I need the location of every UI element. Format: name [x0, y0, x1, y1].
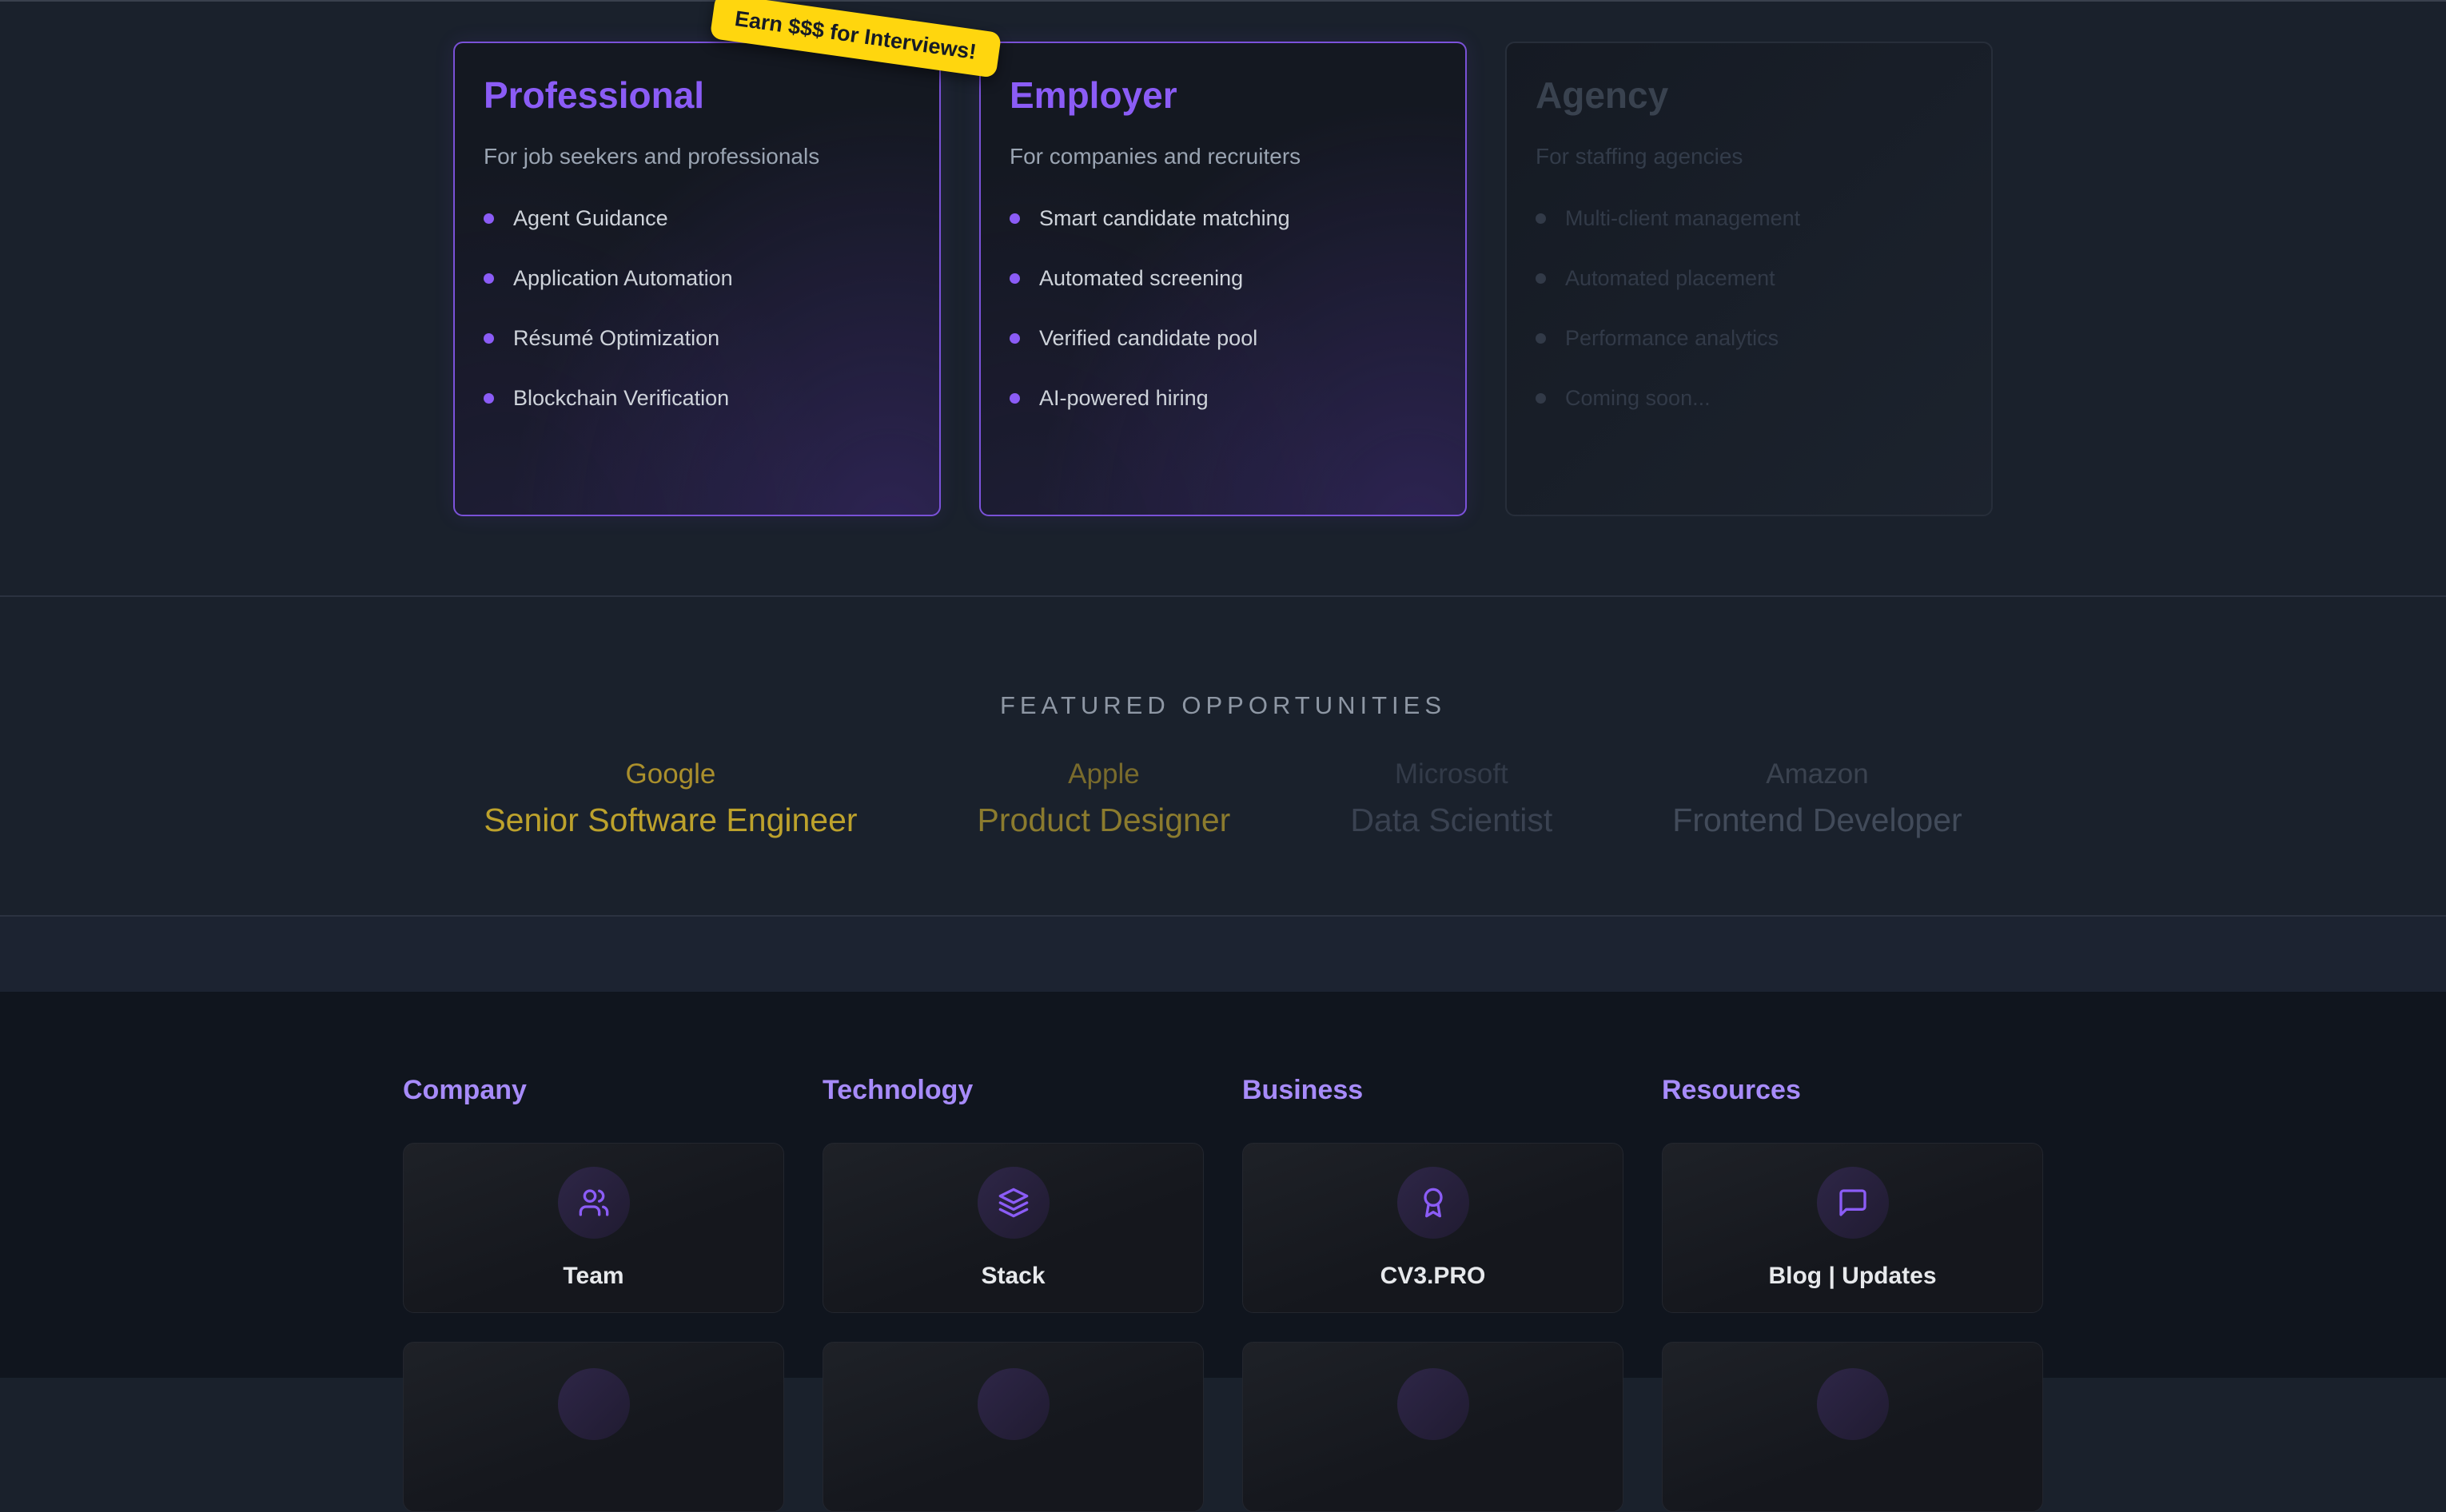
job-company: Amazon — [1672, 758, 1962, 790]
footer-grid: Company Team Technology Stack — [403, 1075, 2043, 1512]
footer-tile-stack[interactable]: Stack — [823, 1143, 1204, 1313]
footer-tile-partial[interactable] — [1662, 1342, 2043, 1512]
job-company: Google — [484, 758, 857, 790]
layers-icon — [978, 1167, 1050, 1239]
bullet-dot-icon — [484, 333, 494, 344]
featured-job-google[interactable]: Google Senior Software Engineer — [484, 758, 857, 839]
footer-tile-team[interactable]: Team — [403, 1143, 784, 1313]
job-company: Apple — [978, 758, 1231, 790]
plan-feature: Automated screening — [1010, 266, 1436, 291]
award-icon — [1397, 1167, 1469, 1239]
footer-heading: Resources — [1662, 1075, 2043, 1106]
bullet-dot-icon — [484, 273, 494, 284]
bullet-dot-icon — [1010, 393, 1020, 404]
plan-title: Agency — [1536, 74, 1962, 117]
plan-feature-list: Smart candidate matching Automated scree… — [1010, 206, 1436, 411]
footer-heading: Technology — [823, 1075, 1204, 1106]
plan-card-agency: Agency For staffing agencies Multi-clien… — [1505, 42, 1993, 516]
plan-feature-list: Agent Guidance Application Automation Ré… — [484, 206, 910, 411]
plans-section: Earn $$$ for Interviews! Professional Fo… — [0, 2, 2446, 516]
tile-label: CV3.PRO — [1380, 1263, 1486, 1290]
plan-feature: Coming soon... — [1536, 386, 1962, 411]
bullet-dot-icon — [1536, 213, 1546, 224]
plan-feature: Application Automation — [484, 266, 910, 291]
page: { "plans": { "badge": "Earn $$$ for Inte… — [0, 0, 2446, 1377]
footer-column-business: Business CV3.PRO — [1242, 1075, 1623, 1512]
footer-tile-partial[interactable] — [823, 1342, 1204, 1512]
tile-icon — [558, 1368, 630, 1440]
bullet-dot-icon — [1010, 333, 1020, 344]
bullet-dot-icon — [1536, 393, 1546, 404]
plan-title: Professional — [484, 74, 910, 117]
bullet-dot-icon — [484, 393, 494, 404]
job-title: Data Scientist — [1350, 802, 1552, 839]
featured-job-amazon[interactable]: Amazon Frontend Developer — [1672, 758, 1962, 839]
footer-tile-cv3pro[interactable]: CV3.PRO — [1242, 1143, 1623, 1313]
plan-feature: Multi-client management — [1536, 206, 1962, 231]
tile-label: Team — [563, 1263, 623, 1290]
footer-tile-blog[interactable]: Blog | Updates — [1662, 1143, 2043, 1313]
plan-feature: Résumé Optimization — [484, 326, 910, 351]
message-icon — [1817, 1167, 1889, 1239]
spacer-band — [0, 915, 2446, 992]
plan-feature-list: Multi-client management Automated placem… — [1536, 206, 1962, 411]
plan-subtitle: For job seekers and professionals — [484, 144, 910, 169]
plan-feature: Performance analytics — [1536, 326, 1962, 351]
tile-icon — [978, 1368, 1050, 1440]
job-title: Product Designer — [978, 802, 1231, 839]
plan-card-professional[interactable]: Professional For job seekers and profess… — [453, 42, 941, 516]
plan-feature: Smart candidate matching — [1010, 206, 1436, 231]
plan-subtitle: For staffing agencies — [1536, 144, 1962, 169]
plan-subtitle: For companies and recruiters — [1010, 144, 1436, 169]
users-icon — [558, 1167, 630, 1239]
tile-label: Blog | Updates — [1768, 1263, 1936, 1290]
tile-icon — [1817, 1368, 1889, 1440]
plan-cards: Professional For job seekers and profess… — [0, 42, 2446, 516]
plan-feature: Verified candidate pool — [1010, 326, 1436, 351]
bullet-dot-icon — [1536, 333, 1546, 344]
plan-feature: Automated placement — [1536, 266, 1962, 291]
job-company: Microsoft — [1350, 758, 1552, 790]
featured-jobs-carousel: Google Senior Software Engineer Apple Pr… — [0, 758, 2446, 839]
bullet-dot-icon — [1536, 273, 1546, 284]
job-title: Frontend Developer — [1672, 802, 1962, 839]
footer-tile-partial[interactable] — [403, 1342, 784, 1512]
plan-card-employer[interactable]: Employer For companies and recruiters Sm… — [979, 42, 1467, 516]
footer-tile-partial[interactable] — [1242, 1342, 1623, 1512]
footer-column-technology: Technology Stack — [823, 1075, 1204, 1512]
footer-column-company: Company Team — [403, 1075, 784, 1512]
footer-heading: Business — [1242, 1075, 1623, 1106]
plan-feature: AI-powered hiring — [1010, 386, 1436, 411]
job-title: Senior Software Engineer — [484, 802, 857, 839]
featured-opportunities-section: FEATURED OPPORTUNITIES Google Senior Sof… — [0, 597, 2446, 915]
plan-feature: Agent Guidance — [484, 206, 910, 231]
featured-job-microsoft[interactable]: Microsoft Data Scientist — [1350, 758, 1552, 839]
tile-label: Stack — [981, 1263, 1045, 1290]
footer-column-resources: Resources Blog | Updates — [1662, 1075, 2043, 1512]
footer-inner: Company Team Technology Stack — [403, 992, 2043, 1512]
footer: Company Team Technology Stack — [0, 992, 2446, 1378]
bullet-dot-icon — [1010, 213, 1020, 224]
plan-feature: Blockchain Verification — [484, 386, 910, 411]
tile-icon — [1397, 1368, 1469, 1440]
plan-title: Employer — [1010, 74, 1436, 117]
featured-job-apple[interactable]: Apple Product Designer — [978, 758, 1231, 839]
footer-heading: Company — [403, 1075, 784, 1106]
bullet-dot-icon — [484, 213, 494, 224]
featured-heading: FEATURED OPPORTUNITIES — [0, 691, 2446, 720]
bullet-dot-icon — [1010, 273, 1020, 284]
